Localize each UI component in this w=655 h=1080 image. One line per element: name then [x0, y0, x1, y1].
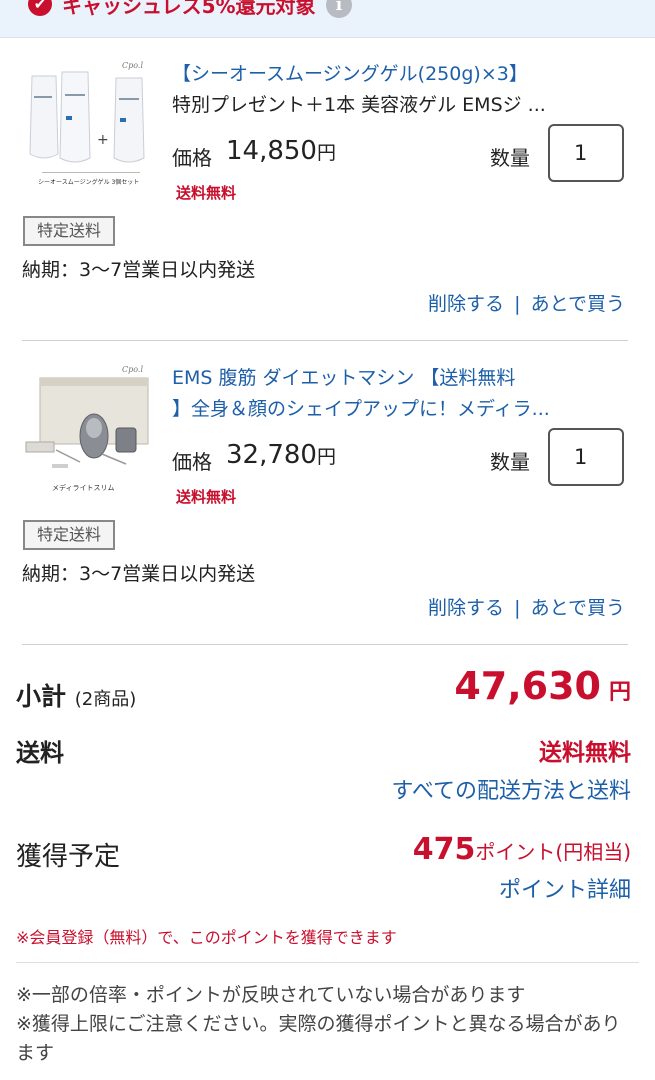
- quantity-label: 数量: [490, 146, 530, 170]
- points-limit-note: ※獲得上限にご注意ください。実際の獲得ポイントと異なる場合があります: [16, 1013, 621, 1064]
- subtotal-label: 小計 (2商品): [16, 677, 136, 713]
- points-unit: ポイント(円相当): [475, 840, 631, 864]
- subtotal-title: 小計: [16, 682, 67, 711]
- item-count: (2商品): [74, 689, 137, 710]
- price-number: 14,850: [226, 136, 317, 166]
- item-actions: 削除する | あとで買う: [428, 289, 625, 316]
- product-title-line2: 特別プレゼント＋1本 美容液ゲル EMSジ ...: [172, 94, 546, 116]
- subtotal-number: 47,630: [454, 664, 601, 708]
- buy-later-link[interactable]: あとで買う: [531, 597, 625, 619]
- price-label: 価格: [172, 146, 212, 170]
- product-thumbnail-ems[interactable]: Cpo.l メディライトスリム: [22, 358, 160, 496]
- divider: [16, 962, 639, 963]
- check-badge-icon: ✔: [28, 0, 52, 16]
- yen-unit: 円: [316, 142, 336, 164]
- quantity-input[interactable]: 1: [548, 428, 624, 486]
- product-title-line1: 【シーオースムージングゲル(250g)×3】: [172, 63, 528, 85]
- separator: |: [514, 597, 521, 619]
- yen-unit: 円: [608, 680, 631, 705]
- member-registration-note: ※会員登録（無料）で、このポイントを獲得できます: [16, 928, 397, 947]
- svg-text:メディライトスリム: メディライトスリム: [52, 483, 115, 492]
- yen-unit: 円: [316, 446, 336, 468]
- points-earn-label: 獲得予定: [16, 842, 121, 872]
- separator: |: [514, 293, 521, 315]
- product-thumbnail-gel[interactable]: Cpo.l + シーオースムージングゲル 3個セット: [22, 54, 160, 192]
- quantity-label: 数量: [490, 450, 530, 474]
- svg-text:シーオースムージングゲル 3個セット: シーオースムージングゲル 3個セット: [38, 178, 139, 186]
- product-title-line1: EMS 腹筋 ダイエットマシン 【送料無料: [172, 367, 516, 389]
- point-details-link[interactable]: ポイント詳細: [499, 872, 631, 904]
- delete-link[interactable]: 削除する: [428, 293, 504, 315]
- price-number: 32,780: [226, 440, 317, 470]
- points-number: 475: [412, 832, 476, 867]
- free-shipping-label: 送料無料: [176, 184, 237, 202]
- divider: [22, 644, 628, 645]
- shipping-type-badge: 特定送料: [23, 216, 116, 246]
- item-actions: 削除する | あとで買う: [428, 593, 625, 620]
- shipping-value: 送料無料: [539, 740, 631, 766]
- price-value: 14,850円: [226, 136, 336, 166]
- points-earn-value: 475ポイント(円相当): [413, 832, 631, 867]
- product-title-link[interactable]: 【シーオースムージングゲル(250g)×3】 特別プレゼント＋1本 美容液ゲル …: [172, 59, 632, 121]
- svg-text:Cpo.l: Cpo.l: [122, 365, 143, 374]
- shipping-type-badge: 特定送料: [23, 520, 116, 550]
- svg-text:+: +: [97, 132, 109, 148]
- shipping-methods-link[interactable]: すべての配送方法と送料: [391, 773, 631, 805]
- price-value: 32,780円: [226, 440, 336, 470]
- cashless-banner-text: キャッシュレス5%還元対象: [62, 0, 316, 18]
- shipping-label: 送料: [16, 739, 64, 767]
- price-label: 価格: [172, 450, 212, 474]
- subtotal-value: 47,630 円: [454, 664, 631, 708]
- delivery-time: 納期：3〜7営業日以内発送: [22, 259, 256, 281]
- product-title-line2: 】全身＆顔のシェイプアップに！メディラ...: [172, 398, 550, 420]
- quantity-input[interactable]: 1: [548, 124, 624, 182]
- delete-link[interactable]: 削除する: [428, 597, 504, 619]
- points-note: ※一部の倍率・ポイントが反映されていない場合があります: [16, 984, 526, 1006]
- brand-logo: Cpo.l: [122, 61, 143, 70]
- delivery-time: 納期：3〜7営業日以内発送: [22, 563, 256, 585]
- divider: [22, 340, 628, 341]
- product-title-link[interactable]: EMS 腹筋 ダイエットマシン 【送料無料 】全身＆顔のシェイプアップに！メディ…: [172, 363, 632, 425]
- free-shipping-label: 送料無料: [176, 488, 237, 506]
- buy-later-link[interactable]: あとで買う: [531, 293, 625, 315]
- info-icon[interactable]: i: [326, 0, 352, 18]
- cashless-banner: ✔ キャッシュレス5%還元対象 i: [0, 0, 655, 38]
